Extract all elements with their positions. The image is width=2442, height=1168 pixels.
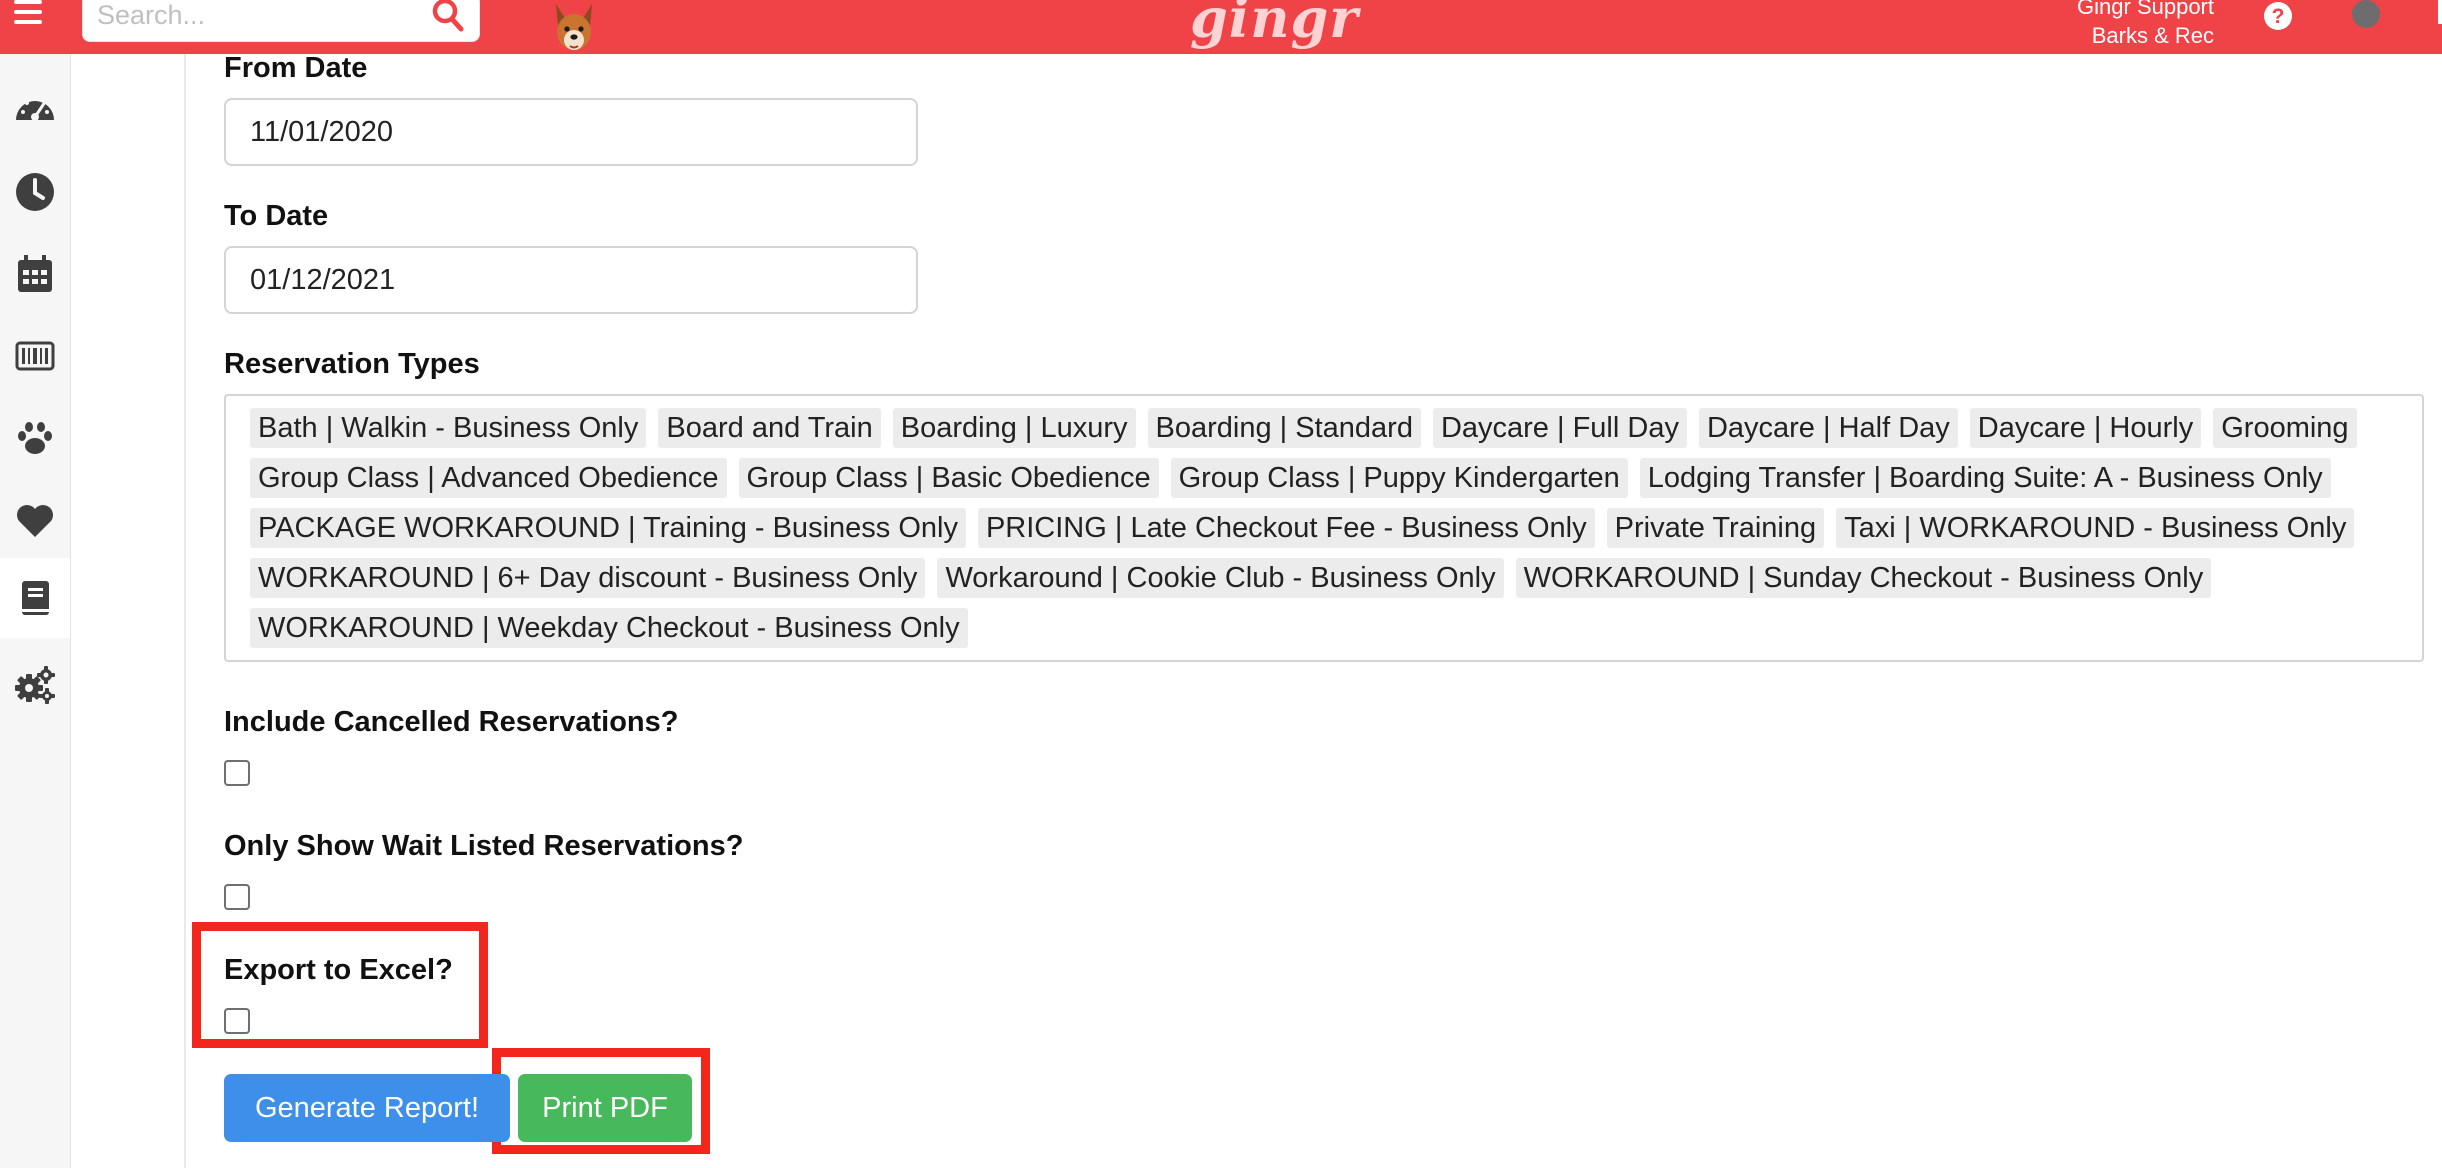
reservation-type-tag[interactable]: Taxi | WORKAROUND - Business Only — [1836, 508, 2355, 548]
reservation-type-tag[interactable]: WORKAROUND | 6+ Day discount - Business … — [250, 558, 926, 598]
tag-row: PACKAGE WORKAROUND | Training - Business… — [250, 508, 2404, 548]
export-excel-checkbox[interactable] — [224, 1008, 250, 1034]
reservation-type-tag[interactable]: Bath | Walkin - Business Only — [250, 408, 647, 448]
sidebar-item-pets[interactable] — [0, 398, 70, 478]
reservation-type-tag[interactable]: Daycare | Full Day — [1432, 408, 1687, 448]
reservation-type-tag[interactable]: Daycare | Hourly — [1969, 408, 2202, 448]
search-icon[interactable] — [431, 0, 465, 33]
brand-logo[interactable]: gingr — [1190, 0, 1359, 50]
sidebar-item-checkin[interactable] — [0, 316, 70, 396]
sidebar-item-time[interactable] — [0, 152, 70, 232]
reservation-type-tag[interactable]: PRICING | Late Checkout Fee - Business O… — [977, 508, 1595, 548]
barcode-icon — [15, 341, 55, 371]
gears-icon — [15, 666, 55, 704]
heart-icon — [17, 505, 54, 537]
dashboard-icon — [16, 97, 54, 121]
reservation-type-tag[interactable]: Group Class | Advanced Obedience — [250, 458, 727, 498]
clock-icon — [16, 173, 54, 211]
reservation-type-tag[interactable]: Boarding | Standard — [1147, 408, 1421, 448]
reservation-type-tag[interactable]: Group Class | Puppy Kindergarten — [1170, 458, 1628, 498]
location-name: Barks & Rec — [2091, 23, 2214, 48]
book-icon — [22, 581, 49, 615]
sidebar — [0, 54, 71, 1168]
hamburger-menu-icon[interactable] — [14, 0, 44, 26]
wait-listed-checkbox[interactable] — [224, 884, 250, 910]
search-box — [82, 0, 480, 42]
content-divider — [184, 54, 186, 1168]
generate-report-button[interactable]: Generate Report! — [224, 1074, 510, 1142]
reservation-type-tag[interactable]: PACKAGE WORKAROUND | Training - Business… — [250, 508, 966, 548]
edge-partial-icon[interactable] — [2422, 0, 2442, 26]
reservation-type-tag[interactable]: WORKAROUND | Weekday Checkout - Business… — [250, 608, 968, 648]
tag-row: Bath | Walkin - Business Only Board and T… — [250, 408, 2404, 448]
top-bar: gingr Gingr Support Barks & Rec ? — [0, 0, 2442, 54]
print-pdf-button[interactable]: Print PDF — [518, 1074, 692, 1142]
reservation-type-tag[interactable]: Grooming — [2213, 408, 2357, 448]
reservation-types-select[interactable]: Bath | Walkin - Business Only Board and T… — [224, 394, 2424, 662]
search-input[interactable] — [97, 0, 397, 33]
sidebar-item-settings[interactable] — [0, 644, 70, 724]
dog-mascot-icon — [556, 4, 592, 50]
from-date-field[interactable] — [224, 98, 918, 166]
include-cancelled-label: Include Cancelled Reservations? — [224, 706, 679, 738]
reservation-type-tag[interactable]: WORKAROUND | Sunday Checkout - Business … — [1515, 558, 2212, 598]
svg-text:?: ? — [2272, 5, 2285, 28]
reservation-type-tag[interactable]: Group Class | Basic Obedience — [738, 458, 1159, 498]
user-info[interactable]: Gingr Support Barks & Rec — [2077, 0, 2214, 50]
sidebar-item-reports[interactable] — [0, 558, 70, 638]
reservation-type-tag[interactable]: Private Training — [1606, 508, 1825, 548]
reservation-type-tag[interactable]: Boarding | Luxury — [892, 408, 1136, 448]
to-date-field[interactable] — [224, 246, 918, 314]
user-name: Gingr Support — [2077, 0, 2214, 19]
sidebar-item-favorites[interactable] — [0, 480, 70, 560]
reservation-type-tag[interactable]: Daycare | Half Day — [1698, 408, 1958, 448]
wait-listed-label: Only Show Wait Listed Reservations? — [224, 830, 744, 862]
status-indicator-icon[interactable] — [2352, 0, 2380, 28]
reservation-type-tag[interactable]: Workaround | Cookie Club - Business Only — [937, 558, 1504, 598]
tag-row: Group Class | Advanced Obedience Group Cl… — [250, 458, 2404, 498]
sidebar-item-calendar[interactable] — [0, 234, 70, 314]
reservation-type-tag[interactable]: Board and Train — [658, 408, 881, 448]
paw-icon — [18, 422, 52, 454]
tag-row: WORKAROUND | Weekday Checkout - Business… — [250, 608, 2404, 648]
tag-row: WORKAROUND | 6+ Day discount - Business … — [250, 558, 2404, 598]
to-date-label: To Date — [224, 200, 329, 232]
from-date-label: From Date — [224, 52, 368, 84]
reservation-type-tag[interactable]: Lodging Transfer | Boarding Suite: A - B… — [1639, 458, 2331, 498]
export-excel-label: Export to Excel? — [224, 954, 453, 986]
calendar-icon — [18, 255, 52, 292]
help-icon[interactable]: ? — [2262, 0, 2294, 32]
include-cancelled-checkbox[interactable] — [224, 760, 250, 786]
sidebar-item-dashboard[interactable] — [0, 70, 70, 150]
reservation-types-label: Reservation Types — [224, 348, 480, 380]
